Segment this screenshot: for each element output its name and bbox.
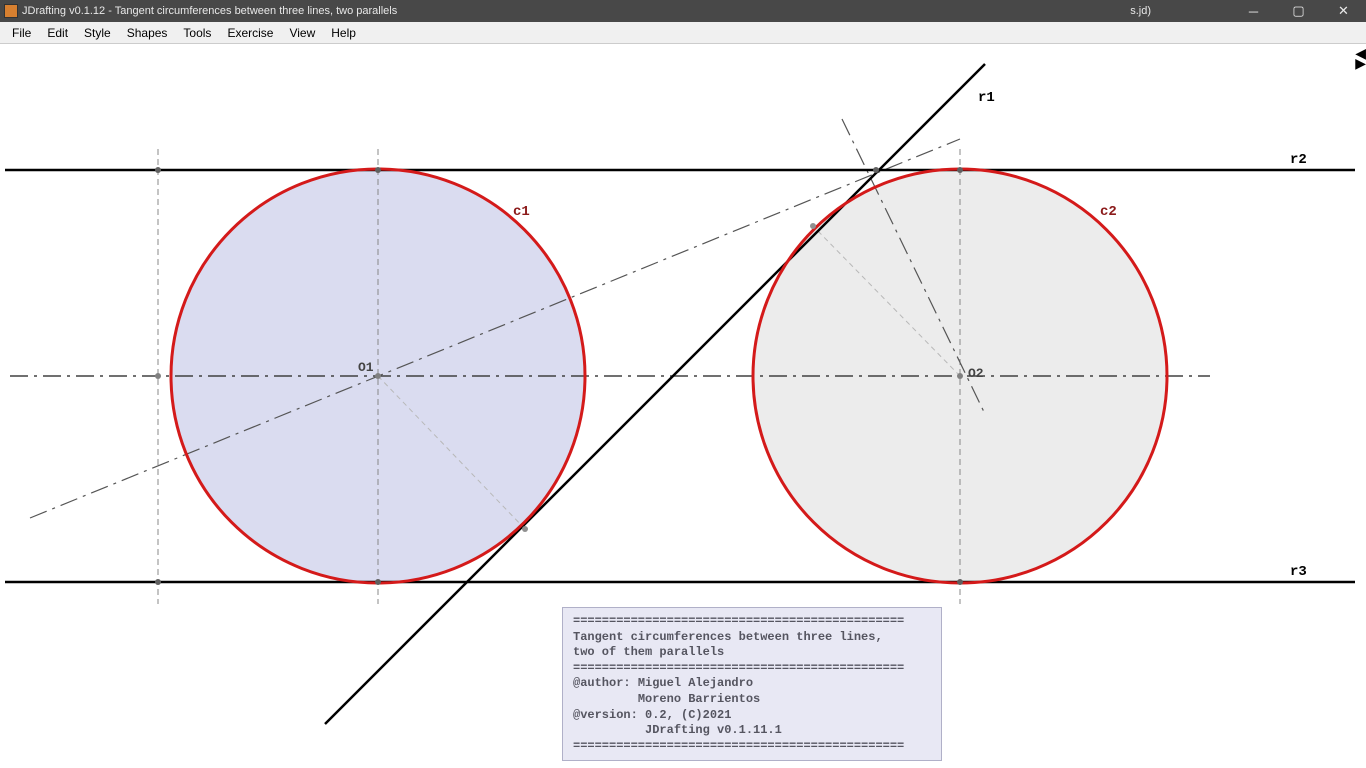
version-1: 0.2, (C)2021	[645, 708, 731, 722]
app-icon	[4, 4, 18, 18]
point-bot-c1	[375, 579, 381, 585]
window-title: JDrafting v0.1.12 - Tangent circumferenc…	[22, 5, 397, 17]
label-r1: r1	[978, 90, 995, 106]
close-button[interactable]: ✕	[1321, 0, 1366, 22]
point-bot-left	[155, 579, 161, 585]
label-c1: c1	[513, 204, 530, 220]
menubar: File Edit Style Shapes Tools Exercise Vi…	[0, 22, 1366, 44]
menu-shapes[interactable]: Shapes	[119, 24, 176, 42]
side-panel-toggle[interactable]: ◀ ▶	[1355, 48, 1366, 68]
canvas[interactable]: r1 r2 r3 c1 c2 O1 O2 ◀ ▶ ===============…	[0, 44, 1366, 768]
author-2: Moreno Barrientos	[638, 692, 760, 706]
chevron-right-icon: ▶	[1355, 58, 1366, 68]
point-tangent-c2	[810, 223, 816, 229]
menu-edit[interactable]: Edit	[39, 24, 76, 42]
point-intersect-top	[873, 167, 879, 173]
point-top-c2	[957, 167, 963, 173]
divider-1: ========================================…	[573, 614, 904, 628]
menu-tools[interactable]: Tools	[175, 24, 219, 42]
point-o1	[375, 373, 381, 379]
label-o2: O2	[968, 366, 984, 381]
label-c2: c2	[1100, 204, 1117, 220]
menu-exercise[interactable]: Exercise	[219, 24, 281, 42]
point-mid-left	[155, 373, 161, 379]
minimize-button[interactable]: ─	[1231, 0, 1276, 22]
menu-file[interactable]: File	[4, 24, 39, 42]
label-o1: O1	[358, 360, 374, 375]
divider-2: ========================================…	[573, 661, 904, 675]
info-panel: ========================================…	[562, 607, 942, 761]
author-label: @author:	[573, 676, 631, 690]
version-label: @version:	[573, 708, 638, 722]
info-line1: Tangent circumferences between three lin…	[573, 630, 883, 644]
point-top-left	[155, 167, 161, 173]
menu-view[interactable]: View	[281, 24, 323, 42]
maximize-button[interactable]: ▢	[1276, 0, 1321, 22]
divider-3: ========================================…	[573, 739, 904, 753]
title-suffix: s.jd)	[1130, 5, 1151, 17]
version-2: JDrafting v0.1.11.1	[645, 723, 782, 737]
point-o2	[957, 373, 963, 379]
point-top-c1	[375, 167, 381, 173]
author-1: Miguel Alejandro	[638, 676, 753, 690]
label-r3: r3	[1290, 564, 1307, 580]
info-line2: two of them parallels	[573, 645, 724, 659]
label-r2: r2	[1290, 152, 1307, 168]
point-tangent-c1	[522, 526, 528, 532]
menu-style[interactable]: Style	[76, 24, 119, 42]
point-bot-c2	[957, 579, 963, 585]
titlebar: JDrafting v0.1.12 - Tangent circumferenc…	[0, 0, 1366, 22]
menu-help[interactable]: Help	[323, 24, 364, 42]
